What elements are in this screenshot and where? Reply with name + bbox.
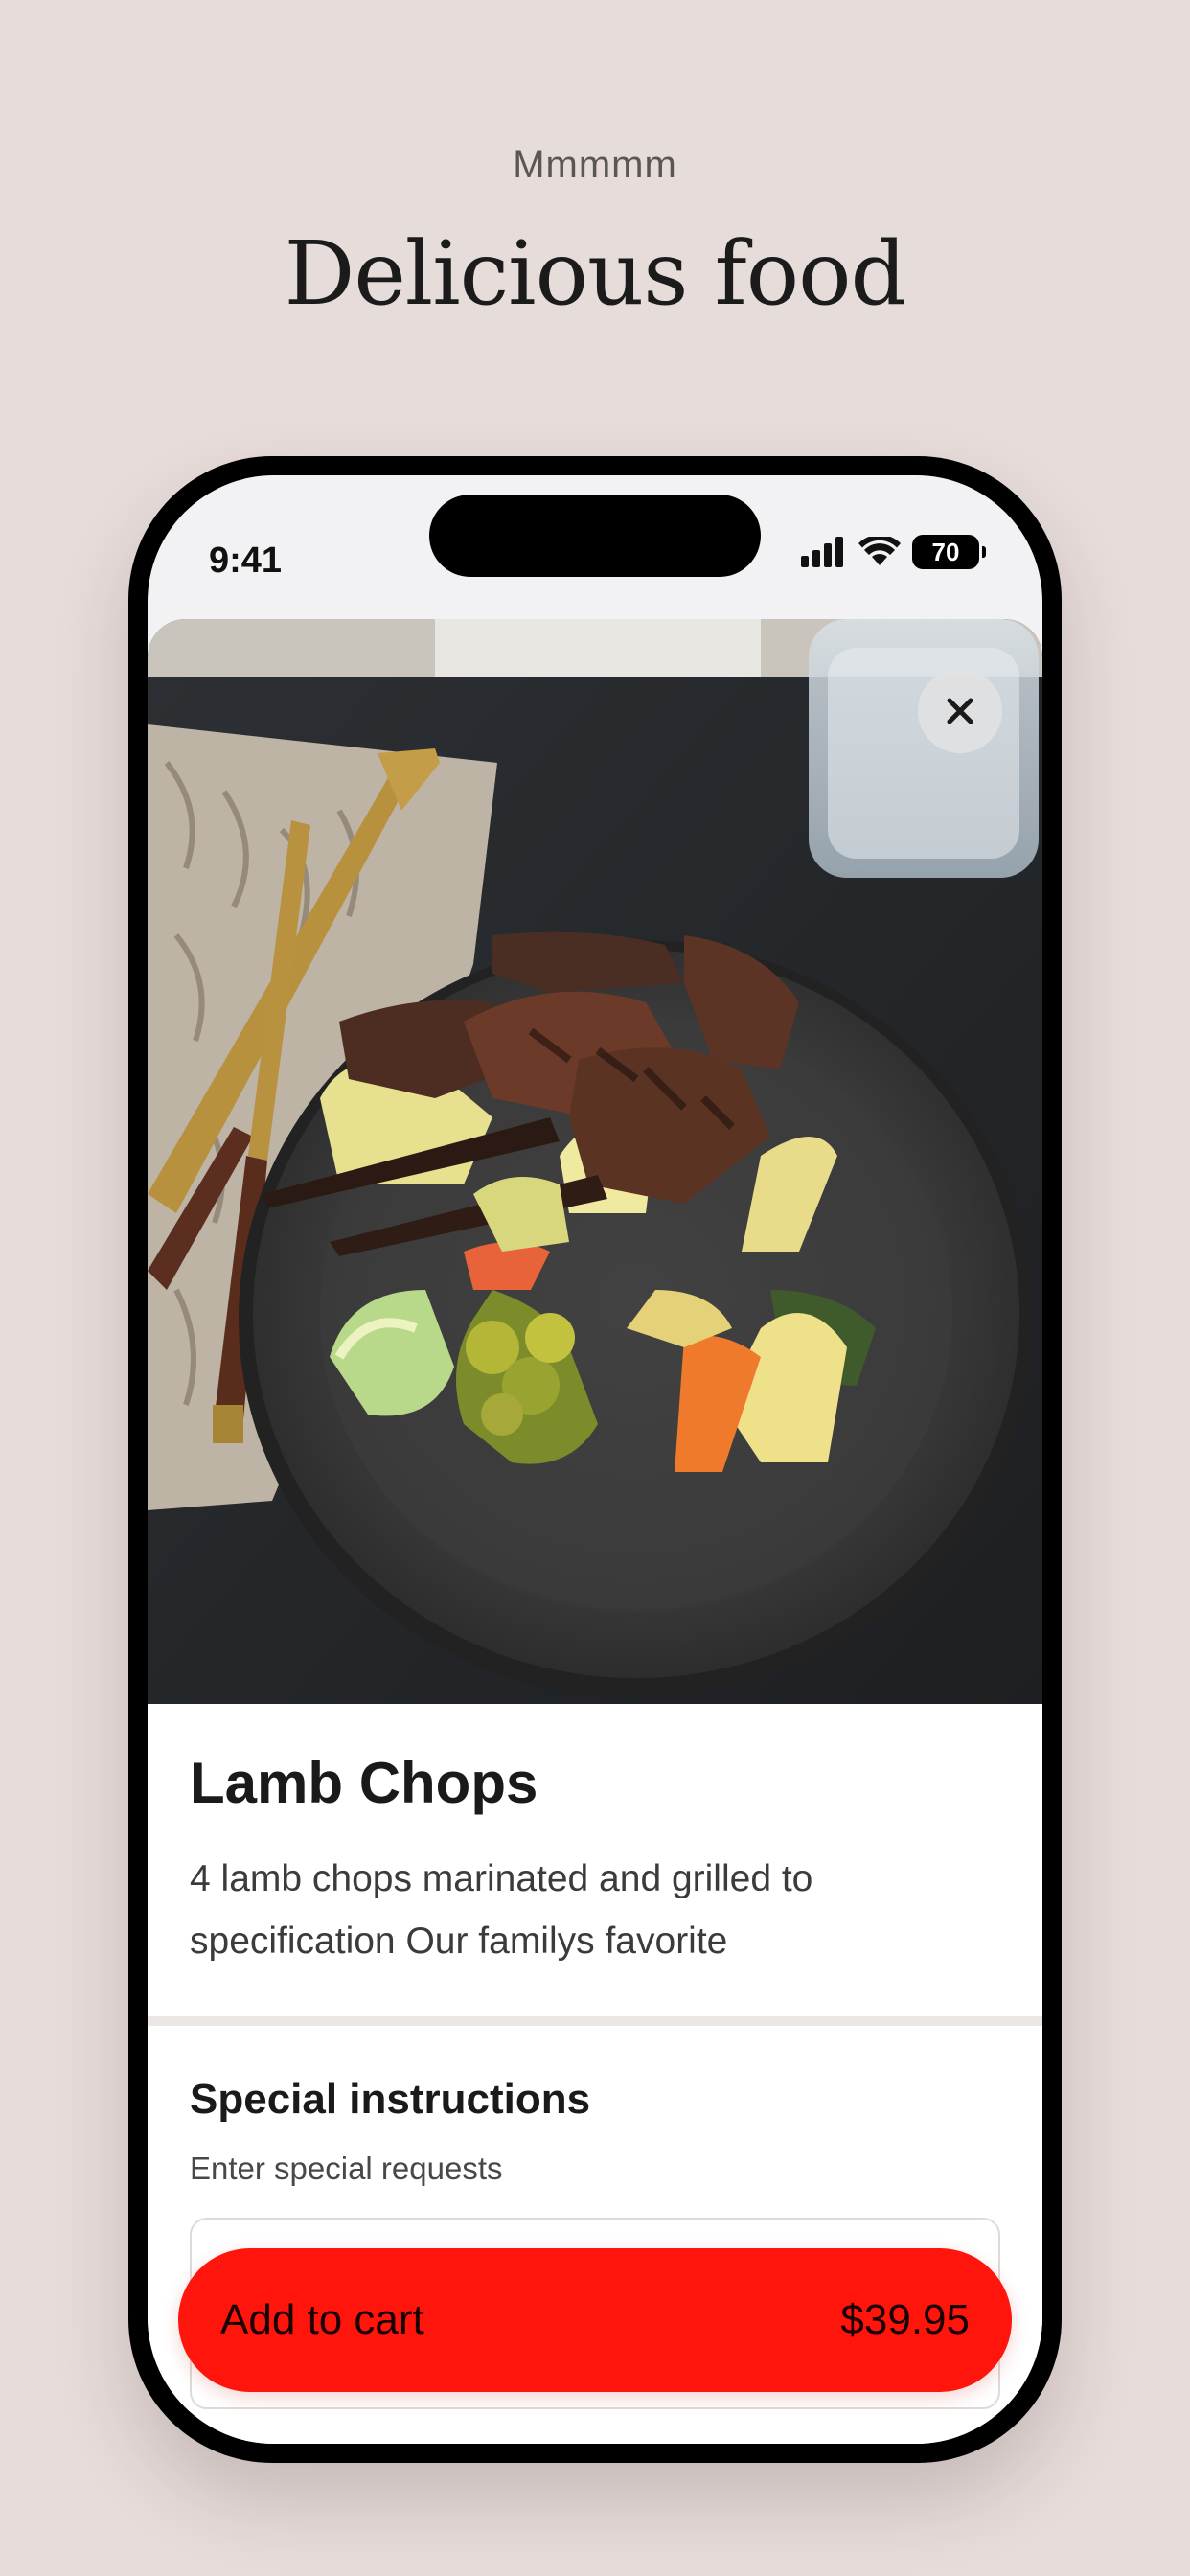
item-description: 4 lamb chops marinated and grilled to sp…	[190, 1858, 813, 1962]
item-sheet: Lamb Chops 4 lamb chops marinated and gr…	[148, 619, 1042, 2444]
close-icon	[947, 698, 973, 724]
page-eyebrow: Mmmmm	[513, 144, 677, 186]
status-time: 9:41	[209, 540, 283, 581]
page-headline: Delicious food	[284, 222, 907, 325]
add-to-cart-label: Add to cart	[220, 2296, 424, 2343]
cellular-signal-icon	[801, 537, 843, 567]
close-button[interactable]	[918, 669, 1002, 753]
phone-screen: 9:41 70 Lamb Chops 4 lamb chops marinate…	[148, 475, 1042, 2444]
dynamic-island	[429, 494, 761, 577]
special-instructions-subtitle: Enter special requests	[190, 2150, 503, 2186]
section-divider	[148, 2016, 1042, 2026]
special-instructions-title: Special instructions	[190, 2076, 591, 2123]
add-to-cart-button[interactable]: Add to cart $39.95	[178, 2248, 1012, 2392]
add-to-cart-price: $39.95	[840, 2296, 970, 2343]
wifi-icon	[858, 537, 901, 565]
status-bar: 9:41 70	[148, 475, 1042, 629]
battery-icon: 70	[912, 535, 986, 569]
food-image	[148, 619, 1042, 1704]
item-title: Lamb Chops	[190, 1751, 538, 1815]
status-icons: 70	[799, 535, 986, 569]
phone-frame: 9:41 70 Lamb Chops 4 lamb chops marinate…	[128, 456, 1062, 2463]
